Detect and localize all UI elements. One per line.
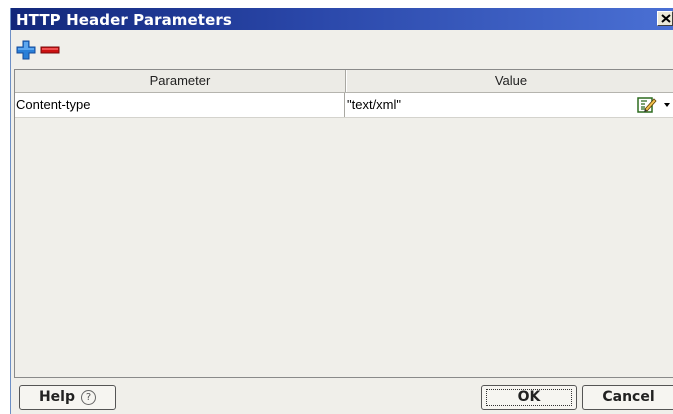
focus-rectangle bbox=[486, 389, 572, 406]
remove-parameter-button[interactable] bbox=[39, 39, 61, 61]
ok-button[interactable]: OK bbox=[481, 385, 577, 410]
value-cell[interactable]: "text/xml" bbox=[346, 93, 673, 117]
plus-icon bbox=[16, 40, 36, 60]
cancel-button[interactable]: Cancel bbox=[582, 385, 673, 410]
grid-header: Parameter Value bbox=[15, 70, 673, 93]
column-header-parameter[interactable]: Parameter bbox=[15, 70, 346, 92]
http-header-parameters-dialog: HTTP Header Parameters Parameter Value C… bbox=[10, 8, 673, 414]
help-label: Help bbox=[38, 389, 76, 405]
close-icon bbox=[661, 14, 671, 23]
edit-icon bbox=[637, 97, 657, 113]
window-title: HTTP Header Parameters bbox=[16, 11, 232, 29]
cancel-label: Cancel bbox=[602, 389, 655, 405]
edit-value-button[interactable] bbox=[637, 96, 657, 114]
parameters-grid: Parameter Value Content-type "text/xml" bbox=[14, 69, 673, 378]
chevron-down-icon[interactable] bbox=[664, 103, 670, 107]
minus-icon bbox=[40, 46, 60, 54]
help-button[interactable]: Help? bbox=[19, 385, 116, 410]
column-header-value[interactable]: Value bbox=[346, 70, 673, 92]
close-button[interactable] bbox=[657, 11, 673, 26]
add-parameter-button[interactable] bbox=[15, 39, 37, 61]
question-icon: ? bbox=[81, 390, 97, 405]
parameter-cell[interactable]: Content-type bbox=[16, 93, 345, 117]
title-bar[interactable]: HTTP Header Parameters bbox=[11, 8, 673, 30]
table-row[interactable]: Content-type "text/xml" bbox=[15, 93, 673, 118]
